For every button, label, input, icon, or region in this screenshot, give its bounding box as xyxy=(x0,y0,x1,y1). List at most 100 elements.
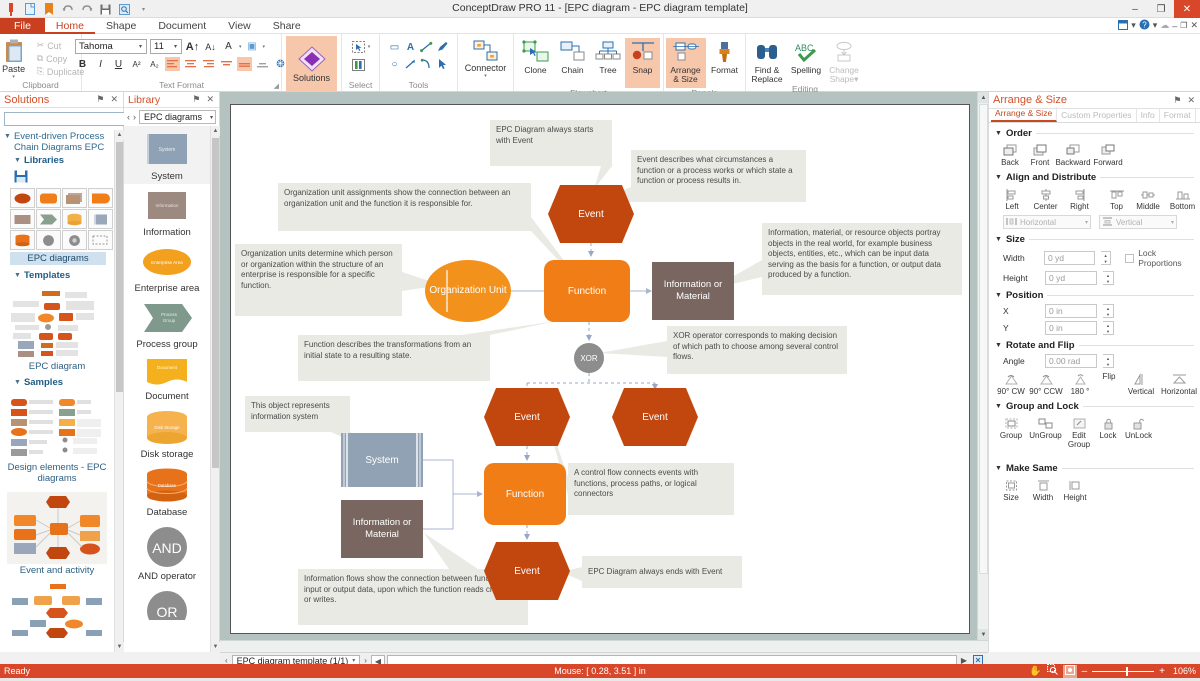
ribbon-display-icon[interactable] xyxy=(1118,19,1129,32)
send-to-back-button[interactable]: Back xyxy=(995,143,1025,167)
fit-page-zoom-icon[interactable] xyxy=(1062,664,1077,678)
chevron-down-icon[interactable]: ▼ xyxy=(14,270,24,281)
position-x-stepper[interactable]: ▲ ▼ xyxy=(1103,304,1114,318)
pointer-tool-icon[interactable] xyxy=(435,57,450,71)
angle-stepper[interactable]: ▲ ▼ xyxy=(1103,354,1114,368)
highlight-icon[interactable]: ▣ xyxy=(245,40,260,54)
node-event-bottom[interactable]: Event xyxy=(484,542,570,600)
zoom-tool-icon[interactable] xyxy=(1046,664,1058,678)
section-group-header[interactable]: ▼ Group and Lock xyxy=(989,401,1200,412)
close-icon[interactable]: ✕ xyxy=(203,94,217,105)
ellipse-tool-icon[interactable]: ○ xyxy=(387,57,402,71)
chevron-down-icon[interactable]: ▼ xyxy=(14,377,24,388)
section-order-header[interactable]: ▼ Order xyxy=(989,128,1200,139)
align-top-button[interactable]: Top xyxy=(1102,187,1131,211)
tab-view[interactable]: View xyxy=(217,18,262,34)
ribbon-display-arrow-icon[interactable]: ▾ xyxy=(1131,20,1136,31)
arrange-size-button[interactable]: Arrange & Size xyxy=(665,38,706,88)
snap-button[interactable]: Snap xyxy=(625,38,660,88)
maximize-button[interactable]: ❐ xyxy=(1148,0,1174,18)
font-color-icon[interactable]: A xyxy=(221,40,236,54)
bring-forward-button[interactable]: Forward xyxy=(1091,143,1125,167)
library-shape-cell[interactable] xyxy=(10,188,35,208)
chevron-down-icon[interactable]: ▼ xyxy=(995,292,1002,299)
close-button[interactable]: ✕ xyxy=(1174,0,1200,18)
width-stepper[interactable]: ▲ ▼ xyxy=(1100,251,1112,265)
chevron-down-icon[interactable]: ▾ xyxy=(1171,219,1174,226)
rotate-ccw-button[interactable]: 90° CCW xyxy=(1027,372,1065,396)
font-color-arrow-icon[interactable]: ▾ xyxy=(239,44,242,50)
node-event-left[interactable]: Event xyxy=(484,388,570,446)
library-selector-combo[interactable]: EPC diagrams ▾ xyxy=(139,110,216,124)
font-size-combo[interactable]: 11 ▾ xyxy=(150,39,182,54)
pin-icon[interactable]: ⚑ xyxy=(93,94,107,105)
height-input[interactable]: 0 yd xyxy=(1045,271,1097,285)
node-system[interactable]: System xyxy=(341,433,423,487)
superscript-button[interactable]: A² xyxy=(129,57,144,71)
close-icon[interactable]: ✕ xyxy=(107,94,121,105)
chain-button[interactable]: Chain xyxy=(554,38,591,75)
connector-label[interactable]: Connector xyxy=(465,63,507,73)
sample-thumbnail-event-activity[interactable] xyxy=(7,492,107,564)
node-xor-operator[interactable]: XOR xyxy=(574,343,604,373)
library-item-information[interactable]: Information Information xyxy=(124,184,210,240)
arc-tool-icon[interactable] xyxy=(419,57,434,71)
spelling-button[interactable]: ABC Spelling xyxy=(787,38,825,75)
tab-file[interactable]: File xyxy=(0,18,45,34)
align-center-button[interactable] xyxy=(183,57,198,71)
library-shape-cell[interactable] xyxy=(62,230,87,250)
library-save-icon[interactable] xyxy=(14,170,114,186)
same-size-button[interactable]: Size xyxy=(995,478,1027,502)
section-align-header[interactable]: ▼ Align and Distribute xyxy=(989,172,1200,183)
library-shape-cell[interactable] xyxy=(88,188,113,208)
scrollbar-thumb[interactable] xyxy=(116,142,123,392)
arrow-tool-icon[interactable] xyxy=(403,57,418,71)
library-shape-cell[interactable] xyxy=(88,230,113,250)
tab-document[interactable]: Document xyxy=(147,18,217,34)
zoom-slider[interactable] xyxy=(1092,666,1155,676)
change-shape-button[interactable]: Change Shape▾ xyxy=(825,38,863,84)
section-rotate-header[interactable]: ▼ Rotate and Flip xyxy=(989,340,1200,351)
align-center-button[interactable]: Center xyxy=(1027,187,1064,211)
library-item-or-operator[interactable]: OR xyxy=(124,584,210,622)
library-shape-cell[interactable] xyxy=(36,230,61,250)
chevron-down-icon[interactable]: ▼ xyxy=(995,236,1002,243)
section-make-same-header[interactable]: ▼ Make Same xyxy=(989,463,1200,474)
scrollbar-thumb[interactable] xyxy=(979,104,988,574)
zoom-slider-knob[interactable] xyxy=(1126,666,1129,676)
tab-format[interactable]: Format xyxy=(1160,109,1196,122)
library-item-system[interactable]: System System xyxy=(124,126,210,184)
zoom-in-button[interactable]: + xyxy=(1159,666,1165,677)
line-tool-icon[interactable] xyxy=(419,40,434,54)
scroll-up-arrow-icon[interactable]: ▲ xyxy=(211,126,220,136)
library-shape-cell[interactable] xyxy=(88,209,113,229)
distribute-vertical-dropdown[interactable]: Vertical ▾ xyxy=(1099,215,1177,229)
doc-close-button[interactable]: ✕ xyxy=(1190,20,1198,31)
node-organization-unit[interactable]: Organization Unit xyxy=(425,260,511,322)
tab-share[interactable]: Share xyxy=(262,18,312,34)
node-function-top[interactable]: Function xyxy=(544,260,630,322)
text-tool-icon[interactable]: A xyxy=(403,40,418,54)
align-right-button[interactable] xyxy=(201,57,216,71)
flip-horizontal-button[interactable]: Horizontal xyxy=(1159,372,1199,396)
bold-button[interactable]: B xyxy=(75,57,90,71)
node-function-bottom[interactable]: Function xyxy=(484,463,566,525)
library-item-process-group[interactable]: Process Group Process group xyxy=(124,296,210,352)
position-x-input[interactable]: 0 in xyxy=(1045,304,1097,318)
tab-info[interactable]: Info xyxy=(1137,109,1160,122)
align-bottom-button[interactable]: Bottom xyxy=(1165,187,1200,211)
select-all-icon[interactable] xyxy=(351,58,366,72)
lock-proportions-checkbox-row[interactable]: Lock Proportions xyxy=(1125,248,1200,268)
node-information-material-top[interactable]: Information or Material xyxy=(652,262,734,320)
paste-button[interactable]: Paste ▾ xyxy=(0,36,34,80)
document-canvas[interactable]: EPC Diagram always starts with Event Eve… xyxy=(230,104,970,634)
help-icon[interactable]: ? xyxy=(1139,19,1150,32)
library-shape-cell[interactable] xyxy=(36,188,61,208)
align-middle-button[interactable]: Middle xyxy=(1131,187,1165,211)
align-left-button[interactable]: Left xyxy=(997,187,1027,211)
library-item-and-operator[interactable]: AND AND operator xyxy=(124,520,210,584)
tree-button[interactable]: Tree xyxy=(591,38,625,75)
tab-custom-properties[interactable]: Custom Properties xyxy=(1057,109,1137,122)
library-shape-cell[interactable] xyxy=(62,209,87,229)
selected-library-label[interactable]: EPC diagrams xyxy=(10,252,106,265)
